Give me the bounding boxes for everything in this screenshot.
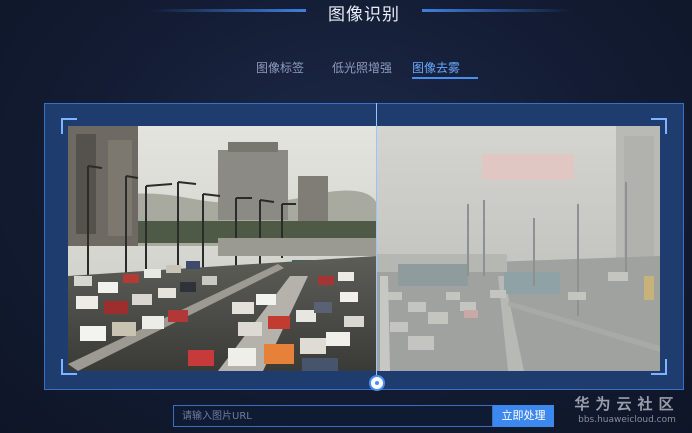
dehazed-image [68, 126, 377, 371]
url-form: 立即处理 [173, 405, 554, 427]
image-url-input[interactable] [173, 405, 493, 427]
tab-low-light-enhance[interactable]: 低光照增强 [332, 58, 392, 78]
comparison-photo [68, 126, 660, 371]
title-decoration-right [422, 9, 572, 12]
page-title: 图像识别 [328, 5, 400, 25]
process-now-button[interactable]: 立即处理 [493, 405, 554, 427]
tab-image-tagging[interactable]: 图像标签 [256, 58, 304, 78]
watermark: 华为云社区 bbs.huaweicloud.com [568, 393, 686, 425]
header: 图像识别 [0, 0, 692, 26]
tab-image-dehaze[interactable]: 图像去雾 [412, 58, 460, 78]
hazy-image [377, 126, 660, 371]
watermark-brand: 华为云社区 [574, 395, 680, 413]
comparison-slider-handle[interactable] [369, 375, 385, 391]
tab-bar: 图像标签 低光照增强 图像去雾 [0, 58, 692, 82]
comparison-divider-line[interactable] [376, 103, 377, 379]
title-decoration-left [150, 9, 306, 12]
active-tab-indicator [412, 77, 478, 79]
comparison-viewer [44, 103, 684, 390]
watermark-url: bbs.huaweicloud.com [578, 415, 676, 425]
